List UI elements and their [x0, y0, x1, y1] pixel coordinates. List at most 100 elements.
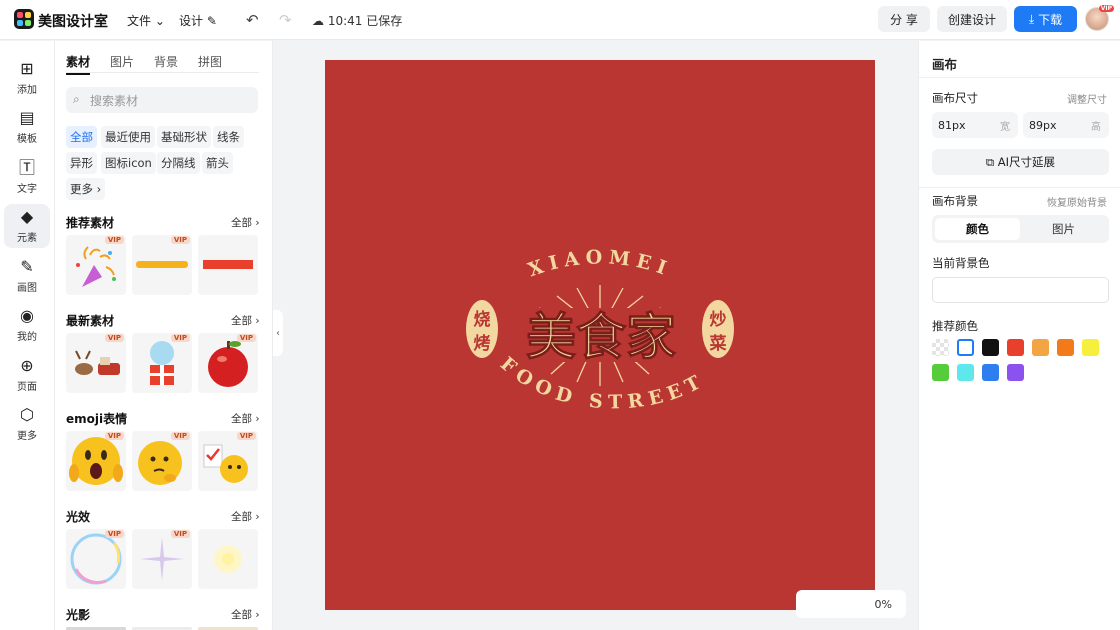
plus-square-icon: ⊞	[20, 59, 34, 78]
chevron-right-icon: ›	[96, 182, 102, 196]
swatch-yellow[interactable]	[1082, 339, 1099, 356]
chip-more[interactable]: 更多 ›	[66, 178, 106, 200]
swatch-orange[interactable]	[1057, 339, 1074, 356]
height-field[interactable]: 89px 高	[1023, 112, 1109, 138]
swatch-orange-light[interactable]	[1032, 339, 1049, 356]
section-title-latest: 最新素材	[66, 314, 115, 328]
swatch-cyan[interactable]	[957, 364, 974, 381]
bg-type-toggle: 颜色 图片	[932, 215, 1109, 243]
nav-pages[interactable]: ⊕ 页面	[4, 353, 50, 397]
section-title-emoji: emoji表情	[66, 412, 128, 426]
asset-gift-snowglobe[interactable]: VIP	[132, 333, 192, 393]
swatch-red[interactable]	[1007, 339, 1024, 356]
tab-color[interactable]: 颜色	[935, 218, 1020, 240]
section-title-light-effects: 光效	[66, 510, 91, 524]
panel-title: 画布	[932, 57, 958, 72]
avatar[interactable]: VIP	[1085, 5, 1114, 31]
section-all-latest[interactable]: 全部 ›	[231, 313, 260, 328]
ai-extend-button[interactable]: ⧉ AI尺寸延展	[932, 149, 1109, 175]
asset-apple[interactable]: VIP	[198, 333, 258, 393]
vip-badge: VIP	[104, 334, 124, 342]
file-menu[interactable]: 文件 ⌄	[127, 12, 165, 29]
design-canvas[interactable]: XIAOMEI FOOD STREET 美食家 烧 烤 炒 菜	[325, 60, 875, 610]
chip-irregular[interactable]: 异形	[66, 152, 97, 174]
nav-mine[interactable]: ◉ 我的	[4, 303, 50, 347]
redo-icon[interactable]: ↷	[279, 11, 292, 29]
asset-emoji-scared[interactable]: VIP	[66, 431, 126, 491]
asset-reindeer-sleigh[interactable]: VIP	[66, 333, 126, 393]
vip-badge: VIP	[236, 334, 256, 342]
swatch-transparent[interactable]	[932, 339, 949, 356]
app-logo-icon[interactable]	[14, 9, 34, 29]
chip-dividers[interactable]: 分隔线	[157, 152, 200, 174]
swatch-black[interactable]	[982, 339, 999, 356]
top-bar: 美图设计室 文件 ⌄ 设计 ✎ ↶ ↷ ☁ 10:41 已保存 分 享 创建设计…	[0, 0, 1120, 40]
zoom-control[interactable]: 0%	[796, 590, 906, 618]
user-icon: ◉	[20, 306, 34, 325]
create-design-button[interactable]: 创建设计	[937, 6, 1007, 32]
gift-snowglobe-image	[150, 341, 174, 385]
asset-sparkle[interactable]: VIP	[132, 529, 192, 589]
width-field[interactable]: 81px 宽	[932, 112, 1018, 138]
swatch-green[interactable]	[932, 364, 949, 381]
page-add-icon: ⊕	[20, 356, 34, 375]
main-title-text: 美食家	[526, 307, 676, 366]
vip-badge: VIP	[170, 530, 190, 538]
chip-arrows[interactable]: 箭头	[202, 152, 233, 174]
food-street-logo[interactable]: XIAOMEI FOOD STREET 美食家 烧 烤 炒 菜	[325, 60, 875, 610]
chip-basic-shapes[interactable]: 基础形状	[157, 126, 211, 148]
chevron-down-icon: ⌄	[154, 14, 165, 28]
nav-draw[interactable]: ✎ 画图	[4, 254, 50, 298]
ai-resize-icon: ⧉	[985, 154, 995, 169]
vip-badge: VIP	[236, 432, 256, 440]
app-name[interactable]: 美图设计室	[38, 11, 108, 31]
chip-icons[interactable]: 图标icon	[101, 152, 156, 174]
checklist-emoji-image	[203, 444, 248, 483]
vip-badge: VIP	[104, 432, 124, 440]
restore-bg-link[interactable]: 恢复原始背景	[1047, 194, 1107, 209]
red-bar-image	[203, 260, 253, 269]
shapes-icon: ◆	[20, 207, 34, 226]
vip-badge: VIP	[170, 432, 190, 440]
chip-lines[interactable]: 线条	[213, 126, 244, 148]
section-all-recommended[interactable]: 全部 ›	[231, 215, 260, 230]
search-input[interactable]: ⌕ 搜索素材	[66, 87, 258, 113]
design-menu[interactable]: 设计 ✎	[179, 12, 217, 29]
nav-add[interactable]: ⊞ 添加	[4, 56, 50, 100]
search-icon: ⌕	[73, 92, 80, 106]
asset-red-bar[interactable]	[198, 235, 258, 295]
collapse-panel-button[interactable]: ‹	[273, 310, 283, 356]
undo-icon[interactable]: ↶	[246, 11, 259, 29]
section-all-emoji[interactable]: 全部 ›	[231, 411, 260, 426]
asset-party-popper[interactable]: VIP	[66, 235, 126, 295]
apple-image	[208, 341, 248, 387]
asset-emoji-thinking[interactable]: VIP	[132, 431, 192, 491]
current-color-field[interactable]	[932, 277, 1109, 303]
vip-badge: VIP	[170, 334, 190, 342]
swatch-white[interactable]	[957, 339, 974, 356]
section-all-light-shadow[interactable]: 全部 ›	[231, 607, 260, 622]
bubble-ring-image	[70, 533, 122, 585]
tab-image[interactable]: 图片	[1021, 218, 1106, 240]
sparkle-image	[140, 537, 184, 581]
asset-bubble-ring[interactable]: VIP	[66, 529, 126, 589]
nav-more[interactable]: ⬡ 更多	[4, 402, 50, 446]
scared-emoji-image	[69, 437, 123, 485]
asset-glow[interactable]	[198, 529, 258, 589]
nav-elements[interactable]: ◆ 元素	[4, 204, 50, 248]
nav-text[interactable]: 🅃 文字	[4, 155, 50, 199]
zoom-level: 0%	[874, 597, 892, 611]
nav-templates[interactable]: ▤ 模板	[4, 105, 50, 149]
divider	[919, 187, 1120, 188]
avatar-vip-badge: VIP	[1098, 5, 1114, 12]
swatch-blue[interactable]	[982, 364, 999, 381]
resize-link[interactable]: 调整尺寸	[1067, 91, 1107, 106]
download-button[interactable]: ⤓ 下载	[1014, 6, 1077, 32]
swatch-purple[interactable]	[1007, 364, 1024, 381]
asset-yellow-stroke[interactable]: VIP	[132, 235, 192, 295]
chip-recent[interactable]: 最近使用	[101, 126, 155, 148]
chip-all[interactable]: 全部	[66, 126, 97, 148]
section-all-light-effects[interactable]: 全部 ›	[231, 509, 260, 524]
share-button[interactable]: 分 享	[878, 6, 930, 32]
asset-emoji-checklist[interactable]: VIP	[198, 431, 258, 491]
